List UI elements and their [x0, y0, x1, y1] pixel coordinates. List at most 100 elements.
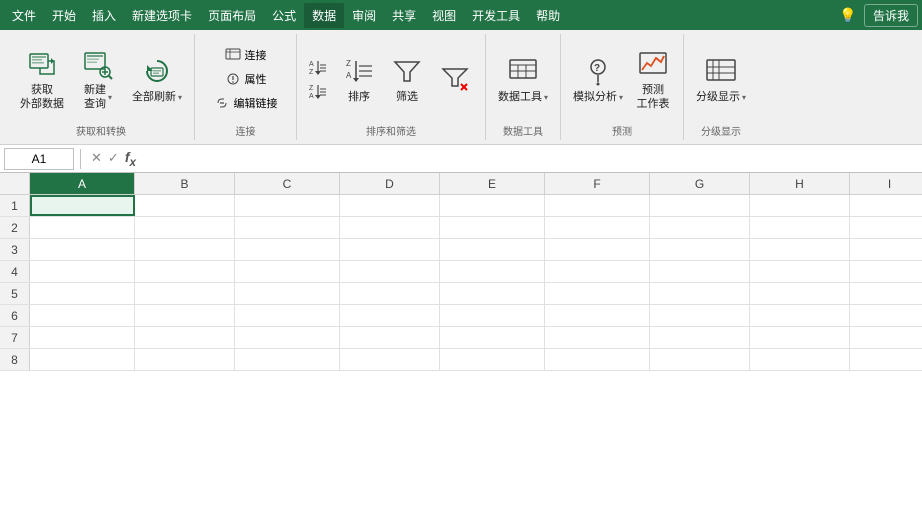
cell-d7[interactable]: [340, 327, 440, 348]
cell-f2[interactable]: [545, 217, 650, 238]
row-header-3[interactable]: 3: [0, 239, 30, 260]
menu-devtools[interactable]: 开发工具: [464, 3, 528, 28]
sort-az-button[interactable]: A Z: [305, 56, 333, 78]
cell-a4[interactable]: [30, 261, 135, 282]
cell-i5[interactable]: [850, 283, 922, 304]
forecast-sheet-button[interactable]: 预测工作表: [631, 44, 675, 114]
insert-function-icon[interactable]: fx: [125, 149, 136, 169]
menu-newtab[interactable]: 新建选项卡: [124, 3, 200, 28]
cell-f6[interactable]: [545, 305, 650, 326]
col-header-d[interactable]: D: [340, 173, 440, 194]
col-header-c[interactable]: C: [235, 173, 340, 194]
cell-i2[interactable]: [850, 217, 922, 238]
cell-e8[interactable]: [440, 349, 545, 370]
formula-input[interactable]: [144, 150, 918, 168]
row-header-8[interactable]: 8: [0, 349, 30, 370]
cell-d3[interactable]: [340, 239, 440, 260]
cell-d1[interactable]: [340, 195, 440, 216]
cell-f8[interactable]: [545, 349, 650, 370]
properties-button[interactable]: 属性: [203, 68, 288, 90]
menu-review[interactable]: 审阅: [344, 3, 384, 28]
cell-c5[interactable]: [235, 283, 340, 304]
cell-g6[interactable]: [650, 305, 750, 326]
cell-h5[interactable]: [750, 283, 850, 304]
cell-g5[interactable]: [650, 283, 750, 304]
col-header-h[interactable]: H: [750, 173, 850, 194]
confirm-formula-icon[interactable]: ✓: [108, 150, 119, 166]
col-header-b[interactable]: B: [135, 173, 235, 194]
cell-i4[interactable]: [850, 261, 922, 282]
cell-c6[interactable]: [235, 305, 340, 326]
menu-view[interactable]: 视图: [424, 3, 464, 28]
cell-f4[interactable]: [545, 261, 650, 282]
advanced-filter-button[interactable]: [433, 44, 477, 114]
cell-b5[interactable]: [135, 283, 235, 304]
menu-file[interactable]: 文件: [4, 3, 44, 28]
cell-e7[interactable]: [440, 327, 545, 348]
cell-d8[interactable]: [340, 349, 440, 370]
cell-b1[interactable]: [135, 195, 235, 216]
menu-insert[interactable]: 插入: [84, 3, 124, 28]
cell-h6[interactable]: [750, 305, 850, 326]
row-header-1[interactable]: 1: [0, 195, 30, 216]
cell-h3[interactable]: [750, 239, 850, 260]
sort-za-button[interactable]: Z A: [305, 80, 333, 102]
cell-b7[interactable]: [135, 327, 235, 348]
col-header-i[interactable]: I: [850, 173, 922, 194]
cell-a7[interactable]: [30, 327, 135, 348]
cell-d4[interactable]: [340, 261, 440, 282]
cell-g3[interactable]: [650, 239, 750, 260]
sort-button[interactable]: Z A 排序: [337, 44, 381, 114]
cell-b2[interactable]: [135, 217, 235, 238]
cell-i6[interactable]: [850, 305, 922, 326]
cell-f1[interactable]: [545, 195, 650, 216]
outline-button[interactable]: 分级显示 ▾: [692, 44, 750, 114]
cell-a6[interactable]: [30, 305, 135, 326]
cell-i1[interactable]: [850, 195, 922, 216]
cell-e4[interactable]: [440, 261, 545, 282]
lightbulb-icon[interactable]: 💡: [836, 3, 860, 27]
get-external-data-button[interactable]: 获取外部数据: [16, 44, 68, 114]
cell-d6[interactable]: [340, 305, 440, 326]
what-if-button[interactable]: ? 模拟分析 ▾: [569, 44, 627, 114]
menu-help[interactable]: 帮助: [528, 3, 568, 28]
cell-h7[interactable]: [750, 327, 850, 348]
cell-i3[interactable]: [850, 239, 922, 260]
cell-b6[interactable]: [135, 305, 235, 326]
cell-g4[interactable]: [650, 261, 750, 282]
col-header-g[interactable]: G: [650, 173, 750, 194]
cell-i8[interactable]: [850, 349, 922, 370]
menu-formula[interactable]: 公式: [264, 3, 304, 28]
row-header-4[interactable]: 4: [0, 261, 30, 282]
new-query-button[interactable]: 新建查询 ▾: [72, 44, 124, 114]
cell-e2[interactable]: [440, 217, 545, 238]
cancel-formula-icon[interactable]: ✕: [91, 150, 102, 166]
menu-data[interactable]: 数据: [304, 3, 344, 28]
cell-f7[interactable]: [545, 327, 650, 348]
cell-c3[interactable]: [235, 239, 340, 260]
cell-e3[interactable]: [440, 239, 545, 260]
cell-d2[interactable]: [340, 217, 440, 238]
cell-c1[interactable]: [235, 195, 340, 216]
cell-i7[interactable]: [850, 327, 922, 348]
row-header-2[interactable]: 2: [0, 217, 30, 238]
cell-c4[interactable]: [235, 261, 340, 282]
cell-g7[interactable]: [650, 327, 750, 348]
col-header-f[interactable]: F: [545, 173, 650, 194]
cell-f5[interactable]: [545, 283, 650, 304]
cell-c7[interactable]: [235, 327, 340, 348]
cell-h1[interactable]: [750, 195, 850, 216]
cell-a8[interactable]: [30, 349, 135, 370]
cell-h4[interactable]: [750, 261, 850, 282]
cell-a5[interactable]: [30, 283, 135, 304]
tell-me-btn[interactable]: 告诉我: [864, 4, 918, 27]
cell-f3[interactable]: [545, 239, 650, 260]
edit-links-button[interactable]: 编辑链接: [203, 92, 288, 114]
menu-pagelayout[interactable]: 页面布局: [200, 3, 264, 28]
cell-c8[interactable]: [235, 349, 340, 370]
col-header-e[interactable]: E: [440, 173, 545, 194]
row-header-7[interactable]: 7: [0, 327, 30, 348]
data-tools-button[interactable]: 数据工具 ▾: [494, 44, 552, 114]
cell-a2[interactable]: [30, 217, 135, 238]
connections-button[interactable]: 连接: [203, 44, 288, 66]
